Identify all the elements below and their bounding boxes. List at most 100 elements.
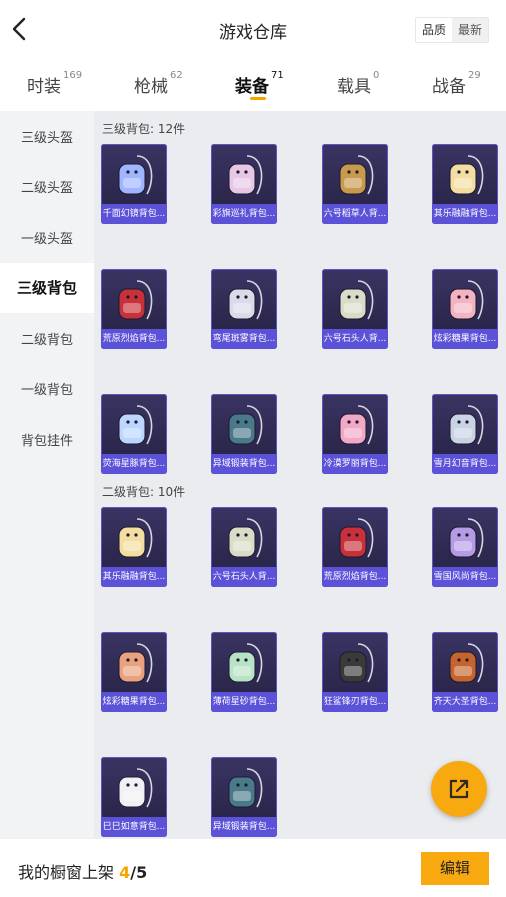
item-card[interactable]: 狂鲨锋刃背包... xyxy=(322,632,388,712)
item-name: 六号石头人背... xyxy=(211,567,277,587)
showcase-status: 我的橱窗上架 4/5 xyxy=(18,859,147,883)
sidebar-item-helmet-l1[interactable]: 一级头盔 xyxy=(0,212,94,263)
section-title: 三级背包: 12件 xyxy=(102,122,186,136)
item-name: 冷漠罗丽背包... xyxy=(322,454,388,474)
category-tabs: 时装169 枪械62 装备71 载具0 战备29 xyxy=(0,62,506,108)
backpack-icon xyxy=(228,643,263,683)
backpack-icon xyxy=(228,518,263,558)
backpack-icon xyxy=(339,405,374,445)
tab-label: 时装 xyxy=(27,77,61,97)
item-card[interactable]: 巳巳如意背包... xyxy=(101,757,167,837)
item-card[interactable]: 炫彩糖果背包... xyxy=(432,269,498,349)
backpack-icon xyxy=(339,518,374,558)
edit-button[interactable]: 编辑 xyxy=(421,852,489,885)
sidebar-item-backpack-l3[interactable]: 三级背包 xyxy=(0,262,94,313)
backpack-icon xyxy=(118,643,153,683)
tab-count: 0 xyxy=(373,70,380,81)
item-name: 六号稻草人背... xyxy=(322,204,388,224)
backpack-icon xyxy=(228,155,263,195)
item-name: 六号石头人背... xyxy=(322,329,388,349)
backpack-icon xyxy=(228,280,263,320)
share-button[interactable] xyxy=(431,761,487,817)
backpack-icon xyxy=(339,643,374,683)
footer-bar: 我的橱窗上架 4/5 编辑 xyxy=(0,838,506,897)
item-name: 彩旗巡礼背包... xyxy=(211,204,277,224)
item-card[interactable]: 千面幻镜背包... xyxy=(101,144,167,224)
item-card[interactable]: 荒原烈焰背包... xyxy=(322,507,388,587)
item-card[interactable]: 异域锻装背包... xyxy=(211,757,277,837)
backpack-icon xyxy=(118,155,153,195)
item-name: 其乐融融背包... xyxy=(101,567,167,587)
tab-fashion[interactable]: 时装169 xyxy=(27,70,83,97)
tab-label: 战备 xyxy=(432,77,466,97)
item-grid: 三级背包: 12件 二级背包: 10件 千面幻镜背包... 彩旗巡礼背包... 六号… xyxy=(94,111,506,838)
active-tab-indicator xyxy=(250,97,266,100)
tab-label: 载具 xyxy=(337,77,371,97)
item-card[interactable]: 炫彩糖果背包... xyxy=(101,632,167,712)
item-card[interactable]: 彩旗巡礼背包... xyxy=(211,144,277,224)
tab-supplies[interactable]: 战备29 xyxy=(432,70,481,97)
backpack-icon xyxy=(118,768,153,808)
sort-toggle: 品质 最新 xyxy=(415,17,489,43)
showcase-current-count: 4 xyxy=(119,863,131,882)
sort-option-quality[interactable]: 品质 xyxy=(416,18,452,42)
sidebar-item-helmet-l2[interactable]: 二级头盔 xyxy=(0,162,94,213)
share-external-icon xyxy=(449,779,469,799)
tab-label: 枪械 xyxy=(134,77,168,97)
sidebar-item-helmet-l3[interactable]: 三级头盔 xyxy=(0,111,94,162)
sidebar: 三级头盔 二级头盔 一级头盔 三级背包 二级背包 一级背包 背包挂件 xyxy=(0,111,94,838)
sidebar-item-backpack-l1[interactable]: 一级背包 xyxy=(0,364,94,415)
backpack-icon xyxy=(449,643,484,683)
item-card[interactable]: 六号石头人背... xyxy=(322,269,388,349)
item-name: 炫彩糖果背包... xyxy=(101,692,167,712)
tab-label: 装备 xyxy=(235,77,269,97)
backpack-icon xyxy=(339,155,374,195)
item-card[interactable]: 雪月幻音背包... xyxy=(432,394,498,474)
header-bar: 游戏仓库 品质 最新 xyxy=(0,0,506,60)
item-name: 荧海星豚背包... xyxy=(101,454,167,474)
sidebar-item-backpack-charm[interactable]: 背包挂件 xyxy=(0,414,94,465)
tab-count: 169 xyxy=(63,70,83,81)
backpack-icon xyxy=(118,405,153,445)
item-name: 炫彩糖果背包... xyxy=(432,329,498,349)
backpack-icon xyxy=(449,280,484,320)
item-name: 狂鲨锋刃背包... xyxy=(322,692,388,712)
backpack-icon xyxy=(339,280,374,320)
tab-weapons[interactable]: 枪械62 xyxy=(134,70,183,97)
item-name: 巳巳如意背包... xyxy=(101,817,167,837)
item-name: 异域锻装背包... xyxy=(211,817,277,837)
backpack-icon xyxy=(228,405,263,445)
item-card[interactable]: 荒原烈焰背包... xyxy=(101,269,167,349)
backpack-icon xyxy=(449,518,484,558)
tab-equipment[interactable]: 装备71 xyxy=(235,70,284,97)
item-name: 荒原烈焰背包... xyxy=(322,567,388,587)
section-title: 二级背包: 10件 xyxy=(102,485,186,499)
item-card[interactable]: 六号稻草人背... xyxy=(322,144,388,224)
sort-option-latest[interactable]: 最新 xyxy=(452,18,488,42)
showcase-total-count: 5 xyxy=(136,863,148,882)
showcase-label: 我的橱窗上架 xyxy=(18,863,115,882)
sidebar-item-backpack-l2[interactable]: 二级背包 xyxy=(0,313,94,364)
tab-count: 29 xyxy=(468,70,481,81)
item-card[interactable]: 冷漠罗丽背包... xyxy=(322,394,388,474)
tab-vehicles[interactable]: 载具0 xyxy=(337,70,380,97)
item-card[interactable]: 薄荷星砂背包... xyxy=(211,632,277,712)
backpack-icon xyxy=(118,280,153,320)
item-card[interactable]: 荧海星豚背包... xyxy=(101,394,167,474)
item-card[interactable]: 六号石头人背... xyxy=(211,507,277,587)
item-card[interactable]: 其乐融融背包... xyxy=(101,507,167,587)
item-name: 薄荷星砂背包... xyxy=(211,692,277,712)
item-card[interactable]: 雪国风尚背包... xyxy=(432,507,498,587)
backpack-icon xyxy=(449,405,484,445)
backpack-icon xyxy=(228,768,263,808)
backpack-icon xyxy=(449,155,484,195)
item-name: 其乐融融背包... xyxy=(432,204,498,224)
item-name: 雪国风尚背包... xyxy=(432,567,498,587)
tab-count: 62 xyxy=(170,70,183,81)
item-name: 弯尾斑雾背包... xyxy=(211,329,277,349)
item-card[interactable]: 其乐融融背包... xyxy=(432,144,498,224)
item-card[interactable]: 齐天大圣背包... xyxy=(432,632,498,712)
tab-count: 71 xyxy=(271,70,284,81)
item-card[interactable]: 弯尾斑雾背包... xyxy=(211,269,277,349)
item-card[interactable]: 异域锻装背包... xyxy=(211,394,277,474)
